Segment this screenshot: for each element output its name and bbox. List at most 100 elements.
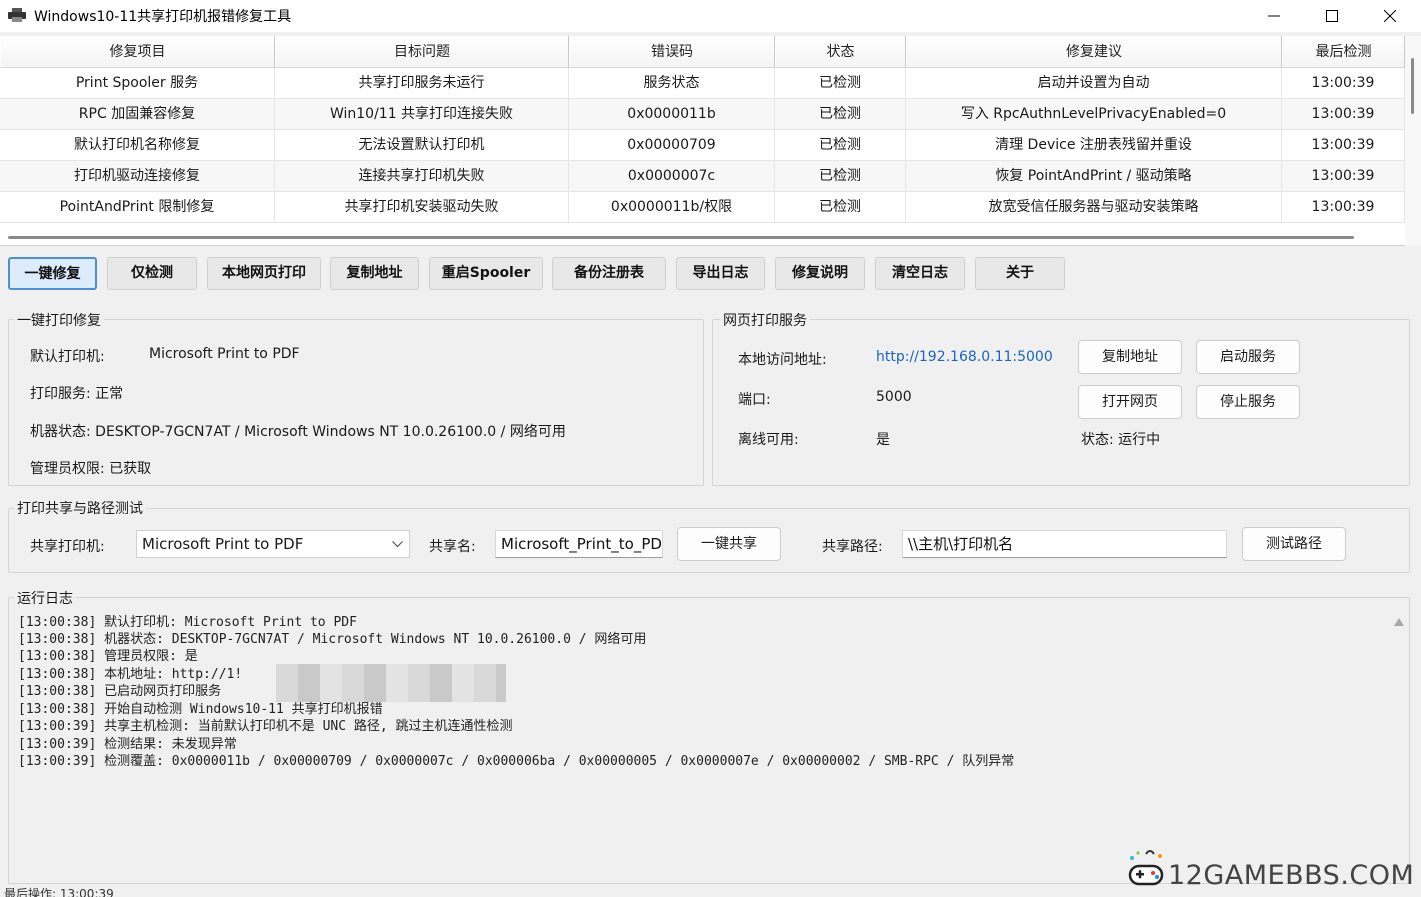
table-header: 修复项目 目标问题 错误码 状态 修复建议 最后检测	[0, 36, 1405, 68]
scrollbar-thumb[interactable]	[1411, 58, 1414, 114]
export-log-button[interactable]: 导出日志	[676, 257, 765, 290]
test-path-button[interactable]: 测试路径	[1242, 527, 1346, 561]
default-printer-label: 默认打印机:	[30, 349, 105, 365]
table-cell: 打印机驱动连接修复	[0, 161, 275, 192]
log-line: [13:00:38] 机器状态: DESKTOP-7GCN7AT / Micro…	[18, 632, 647, 647]
share-name-label: 共享名:	[429, 539, 476, 555]
restart-spooler-button[interactable]: 重启Spooler	[429, 257, 543, 290]
column-header[interactable]: 最后检测	[1282, 36, 1405, 68]
table-cell: 恢复 PointAndPrint / 驱动策略	[906, 161, 1282, 192]
column-header[interactable]: 目标问题	[275, 36, 569, 68]
one-click-repair-button[interactable]: 一键修复	[8, 257, 97, 290]
table-cell: 13:00:39	[1282, 161, 1405, 192]
log-group-title: 运行日志	[14, 588, 76, 608]
table-cell: 13:00:39	[1282, 99, 1405, 130]
backup-registry-button[interactable]: 备份注册表	[552, 257, 666, 290]
web-print-group	[712, 319, 1410, 486]
table-cell: 13:00:39	[1282, 130, 1405, 161]
offline-value: 是	[876, 432, 890, 448]
share-path-input[interactable]: \\主机\打印机名	[902, 530, 1227, 558]
column-header[interactable]: 修复项目	[0, 36, 275, 68]
stop-service-button[interactable]: 停止服务	[1196, 385, 1300, 419]
table-cell: RPC 加固兼容修复	[0, 99, 275, 130]
log-line: [13:00:38] 默认打印机: Microsoft Print to PDF	[18, 615, 357, 630]
minimize-icon	[1268, 15, 1280, 17]
scroll-up-arrow-icon[interactable]	[1394, 618, 1404, 626]
local-address-link[interactable]: http://192.168.0.11:5000	[876, 349, 1053, 365]
port-value: 5000	[876, 389, 912, 405]
table-row[interactable]: 打印机驱动连接修复 连接共享打印机失败 0x0000007c 已检测 恢复 Po…	[0, 161, 1405, 192]
column-header[interactable]: 错误码	[569, 36, 775, 68]
copy-address-button[interactable]: 复制地址	[330, 257, 419, 290]
table-cell: 连接共享打印机失败	[275, 161, 569, 192]
one-click-share-button[interactable]: 一键共享	[677, 527, 781, 561]
table-cell: Win10/11 共享打印连接失败	[275, 99, 569, 130]
share-path-label: 共享路径:	[822, 539, 883, 555]
admin-status: 管理员权限: 已获取	[30, 461, 152, 477]
log-line: [13:00:38] 本机地址: http://1!	[18, 667, 243, 682]
table-cell: 共享打印服务未运行	[275, 68, 569, 99]
share-printer-label: 共享打印机:	[30, 539, 105, 555]
table-row[interactable]: Print Spooler 服务 共享打印服务未运行 服务状态 已检测 启动并设…	[0, 68, 1405, 99]
chevron-down-icon	[392, 541, 403, 548]
close-icon	[1384, 10, 1396, 22]
table-horizontal-scrollbar[interactable]	[0, 232, 1405, 244]
share-group-title: 打印共享与路径测试	[14, 498, 146, 518]
table-cell: 默认打印机名称修复	[0, 130, 275, 161]
default-printer-value: Microsoft Print to PDF	[149, 346, 300, 362]
print-service-status: 打印服务: 正常	[30, 386, 124, 402]
close-button[interactable]	[1361, 0, 1419, 32]
table-cell: 0x0000011b/权限	[569, 192, 775, 223]
column-header[interactable]: 修复建议	[906, 36, 1282, 68]
table-cell: 放宽受信任服务器与驱动安装策略	[906, 192, 1282, 223]
log-textarea[interactable]: [13:00:38] 默认打印机: Microsoft Print to PDF…	[10, 608, 1405, 882]
table-cell: Print Spooler 服务	[0, 68, 275, 99]
service-status: 状态: 运行中	[1081, 432, 1161, 448]
table-cell: 已检测	[775, 161, 906, 192]
repair-items-table[interactable]: 修复项目 目标问题 错误码 状态 修复建议 最后检测 Print Spooler…	[0, 36, 1421, 246]
table-cell: 无法设置默认打印机	[275, 130, 569, 161]
table-row[interactable]: RPC 加固兼容修复 Win10/11 共享打印连接失败 0x0000011b …	[0, 99, 1405, 130]
table-row[interactable]: PointAndPrint 限制修复 共享打印机安装驱动失败 0x0000011…	[0, 192, 1405, 223]
start-service-button[interactable]: 启动服务	[1196, 340, 1300, 374]
maximize-icon	[1326, 10, 1338, 22]
column-header[interactable]: 状态	[775, 36, 906, 68]
log-line: [13:00:38] 开始自动检测 Windows10-11 共享打印机报错	[18, 702, 383, 717]
redacted-blur	[276, 664, 506, 702]
table-cell: 0x0000007c	[569, 161, 775, 192]
local-web-print-button[interactable]: 本地网页打印	[207, 257, 321, 290]
table-cell: 已检测	[775, 68, 906, 99]
about-button[interactable]: 关于	[975, 257, 1065, 290]
table-row[interactable]: 默认打印机名称修复 无法设置默认打印机 0x00000709 已检测 清理 De…	[0, 130, 1405, 161]
log-line: [13:00:39] 共享主机检测: 当前默认打印机不是 UNC 路径, 跳过主…	[18, 719, 513, 734]
share-name-input[interactable]: Microsoft_Print_to_PDF	[495, 530, 663, 558]
table-cell: 写入 RpcAuthnLevelPrivacyEnabled=0	[906, 99, 1282, 130]
table-cell: 13:00:39	[1282, 192, 1405, 223]
printer-icon	[8, 8, 26, 22]
machine-status: 机器状态: DESKTOP-7GCN7AT / Microsoft Window…	[30, 424, 566, 440]
log-line: [13:00:38] 管理员权限: 是	[18, 649, 198, 664]
open-webpage-button[interactable]: 打开网页	[1078, 385, 1182, 419]
scrollbar-thumb[interactable]	[8, 236, 1354, 239]
table-cell: 启动并设置为自动	[906, 68, 1282, 99]
web-copy-address-button[interactable]: 复制地址	[1078, 340, 1182, 374]
repair-help-button[interactable]: 修复说明	[775, 257, 865, 290]
minimize-button[interactable]	[1245, 0, 1303, 32]
table-cell: 已检测	[775, 130, 906, 161]
table-vertical-scrollbar[interactable]	[1405, 36, 1421, 246]
log-line: [13:00:39] 检测覆盖: 0x0000011b / 0x00000709…	[18, 754, 1015, 769]
share-printer-select[interactable]: Microsoft Print to PDF	[136, 530, 410, 558]
table-cell: 0x00000709	[569, 130, 775, 161]
port-label: 端口:	[738, 392, 771, 408]
window-title: Windows10-11共享打印机报错修复工具	[34, 9, 292, 25]
table-cell: 共享打印机安装驱动失败	[275, 192, 569, 223]
web-print-group-title: 网页打印服务	[720, 310, 810, 330]
share-printer-selected: Microsoft Print to PDF	[142, 535, 304, 553]
local-address-label: 本地访问地址:	[738, 352, 827, 368]
title-bar: Windows10-11共享打印机报错修复工具	[0, 0, 1421, 32]
detect-only-button[interactable]: 仅检测	[107, 257, 197, 290]
gamepad-icon	[1128, 850, 1164, 886]
clear-log-button[interactable]: 清空日志	[875, 257, 965, 290]
maximize-button[interactable]	[1303, 0, 1361, 32]
table-cell: 服务状态	[569, 68, 775, 99]
